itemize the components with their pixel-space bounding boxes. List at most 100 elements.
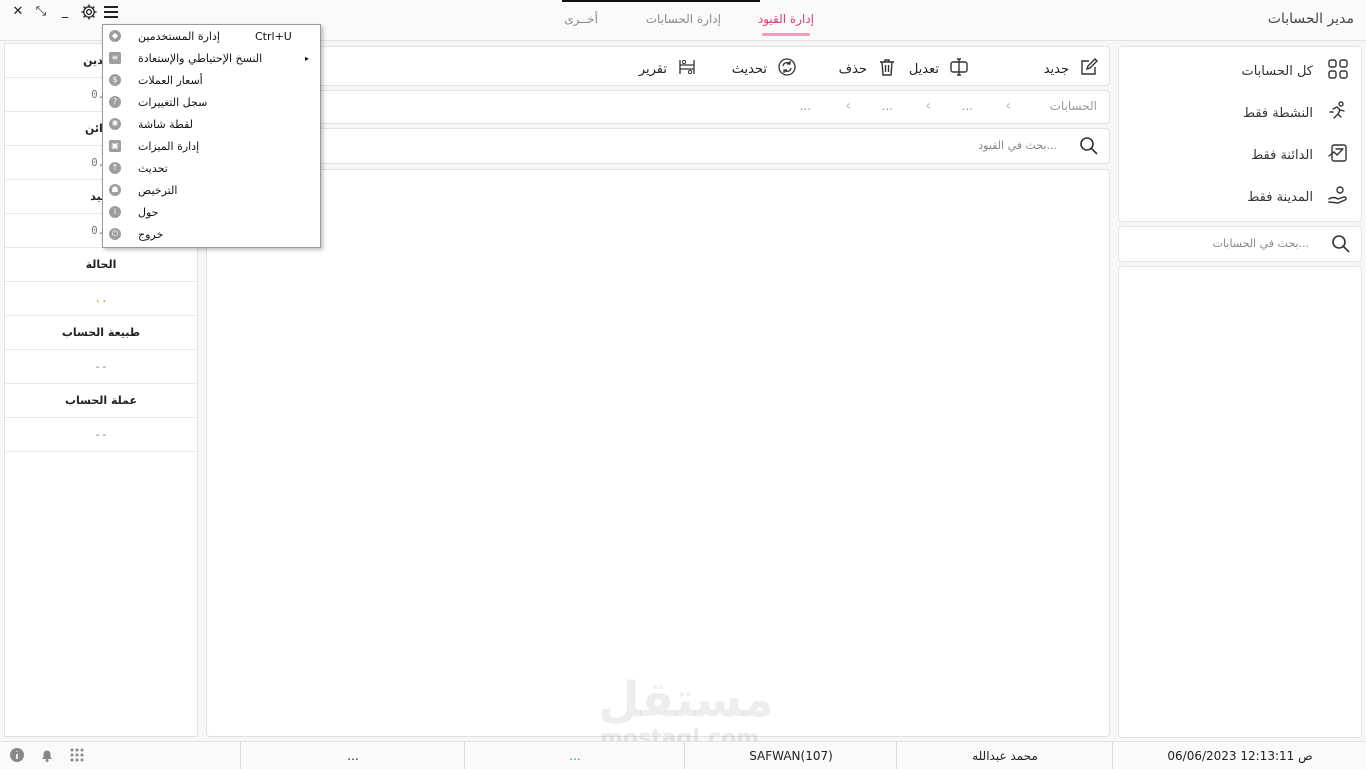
menu-item-label: أسعار العملات (138, 73, 203, 87)
status-datetime: 06/06/2023 12:13:11 ص (1112, 742, 1366, 769)
tab-accounts-management[interactable]: إدارة الحسابات (646, 12, 721, 26)
menu-item-label: إدارة المستخدمين (138, 29, 220, 43)
menu-item-label: سجل التغييرات (138, 95, 208, 109)
search-icon (1331, 234, 1351, 254)
report-button[interactable]: تقرير (639, 57, 697, 81)
status-info: ... (240, 742, 465, 769)
filter-debit-only[interactable]: المدينة فقط (1247, 185, 1349, 209)
menu-item-update[interactable]: ↑ تحديث (103, 157, 320, 179)
breadcrumb-root[interactable]: الحسابات (1050, 99, 1097, 113)
account-nature-label: طبيعة الحساب (5, 316, 197, 350)
grid-icon (1327, 58, 1349, 84)
active-tab-indicator (762, 33, 810, 36)
filter-label: النشطة فقط (1243, 105, 1313, 121)
account-currency-label: عملة الحساب (5, 384, 197, 418)
account-currency-value: -- (5, 418, 197, 452)
accounts-list[interactable] (1118, 266, 1362, 738)
refresh-icon (777, 57, 797, 81)
about-icon: i (109, 206, 121, 218)
tab-strip-accent (562, 0, 760, 2)
edit-button[interactable]: تعديل (909, 57, 969, 81)
delete-button[interactable]: حذف (839, 57, 897, 81)
filter-panel: كل الحسابات النشطة فقط الدائنة فقط المدي… (1118, 46, 1362, 222)
menu-item-label: حول (138, 205, 159, 219)
apps-grid-icon[interactable] (69, 747, 85, 763)
refresh-button[interactable]: تحديث (732, 57, 797, 81)
filter-credit-only[interactable]: الدائنة فقط (1251, 143, 1349, 167)
filter-label: الدائنة فقط (1251, 147, 1313, 163)
close-icon[interactable]: ✕ (8, 4, 28, 20)
menu-item-label: لقطة شاشة (138, 117, 194, 131)
status-station: SAFWAN(107) (684, 742, 897, 769)
menu-item-currency-rates[interactable]: $ أسعار العملات (103, 69, 320, 91)
filter-label: كل الحسابات (1241, 63, 1313, 79)
backup-icon: ≡ (109, 52, 121, 64)
menu-item-label: النسخ الإحتياطي والإستعادة (138, 51, 263, 65)
entries-search-box[interactable]: بحث في القيود... (206, 128, 1110, 164)
status-user: محمد عبدالله (896, 742, 1113, 769)
menu-item-license[interactable]: ☗ الترخيص (103, 179, 320, 201)
users-icon: ◆ (109, 30, 121, 42)
menu-item-label: الترخيص (138, 183, 178, 197)
edit-icon (949, 57, 969, 81)
status-bar: 06/06/2023 12:13:11 ص محمد عبدالله SAFWA… (0, 741, 1366, 769)
bell-icon[interactable] (39, 747, 55, 763)
report-label: تقرير (638, 61, 667, 77)
breadcrumb-item[interactable]: ... (882, 99, 893, 113)
menu-icon[interactable] (102, 3, 120, 21)
breadcrumb-item[interactable]: ... (962, 99, 973, 113)
account-search-box[interactable]: بحث في الحسابات... (1118, 226, 1362, 262)
new-icon (1079, 57, 1099, 81)
status-value: .. (5, 282, 197, 316)
update-icon: ↑ (109, 162, 121, 174)
gear-icon[interactable] (80, 3, 98, 21)
menu-item-about[interactable]: i حول (103, 201, 320, 223)
restore-icon[interactable]: ⤡ (31, 4, 51, 20)
menu-item-backup[interactable]: ≡ ▸ النسخ الإحتياطي والإستعادة (103, 47, 320, 69)
minimize-icon[interactable]: _ (55, 4, 75, 20)
changelog-icon: ? (109, 96, 121, 108)
filter-active-only[interactable]: النشطة فقط (1243, 101, 1349, 125)
edit-label: تعديل (908, 61, 939, 77)
trash-icon (877, 57, 897, 81)
menu-shortcut: Ctrl+U (255, 29, 292, 43)
menu-item-screenshot[interactable]: ✱ لقطة شاشة (103, 113, 320, 135)
menu-item-changelog[interactable]: ? سجل التغييرات (103, 91, 320, 113)
breadcrumb: الحسابات ‹ ... ‹ ... ‹ ... (206, 90, 1110, 124)
report-icon (677, 57, 697, 81)
menu-item-label: تحديث (138, 161, 168, 175)
credit-icon (1327, 142, 1349, 168)
status-label: الحالة (5, 248, 197, 282)
features-icon: ▣ (109, 140, 121, 152)
account-search-input[interactable]: بحث في الحسابات... (1213, 237, 1309, 250)
runner-icon (1327, 100, 1349, 126)
debit-icon (1327, 184, 1349, 210)
search-icon (1079, 136, 1099, 156)
new-label: جديد (1043, 61, 1069, 77)
currency-icon: $ (109, 74, 121, 86)
toolbar: جديد تعديل حذف تحديث تقرير (206, 46, 1110, 86)
entries-grid[interactable] (206, 169, 1110, 737)
new-button[interactable]: جديد (1044, 57, 1099, 81)
screenshot-icon: ✱ (109, 118, 121, 130)
filter-all-accounts[interactable]: كل الحسابات (1241, 59, 1349, 83)
delete-label: حذف (838, 61, 867, 77)
menu-item-users[interactable]: ◆ Ctrl+U إدارة المستخدمين (103, 25, 320, 47)
license-icon: ☗ (109, 184, 121, 196)
menu-item-label: إدارة الميزات (138, 139, 200, 153)
tab-entries-management[interactable]: إدارة القيود (758, 12, 814, 26)
filter-label: المدينة فقط (1247, 189, 1313, 205)
exit-icon: ⏻ (109, 228, 121, 240)
tab-other[interactable]: أخــرى (564, 12, 598, 26)
menu-item-features[interactable]: ▣ إدارة الميزات (103, 135, 320, 157)
entries-search-input[interactable]: بحث في القيود... (978, 139, 1057, 152)
submenu-arrow-icon: ▸ (305, 53, 310, 63)
info-icon[interactable] (9, 747, 25, 763)
menu-item-exit[interactable]: ⏻ خروج (103, 223, 320, 245)
menu-item-label: خروج (138, 227, 164, 241)
chevron-left-icon: ‹ (845, 98, 851, 114)
chevron-left-icon: ‹ (925, 98, 931, 114)
main-menu-dropdown: ◆ Ctrl+U إدارة المستخدمين ≡ ▸ النسخ الإح… (102, 24, 321, 248)
breadcrumb-item[interactable]: ... (800, 99, 811, 113)
chevron-left-icon: ‹ (1005, 98, 1011, 114)
